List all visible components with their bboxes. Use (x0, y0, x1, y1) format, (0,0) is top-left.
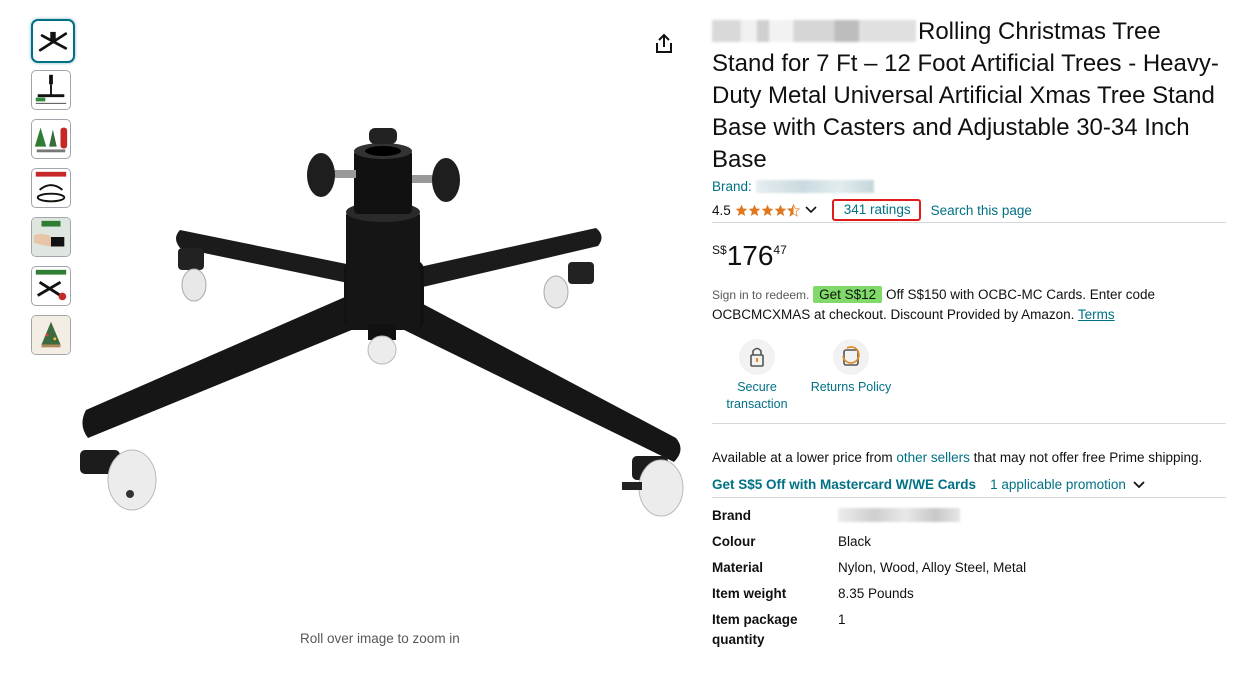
thumbnail-1[interactable] (31, 19, 75, 63)
spec-value: 8.35 Pounds (838, 586, 914, 601)
ratings-count-link[interactable]: 341 ratings (831, 199, 921, 221)
star-full-icon (735, 204, 748, 216)
star-half-icon (786, 203, 800, 217)
returns-policy-label: Returns Policy (810, 380, 892, 394)
brand-label: Brand: (712, 179, 752, 194)
mastercard-offer-link[interactable]: Get S$5 Off with Mastercard W/WE Cards (712, 477, 976, 492)
spec-key: Item package quantity (712, 612, 798, 647)
price-currency: S$ (712, 243, 727, 257)
spec-row: Colour Black (712, 532, 1226, 552)
thumbnail-strip (31, 19, 75, 364)
share-icon (656, 33, 672, 53)
price: S$ 176 47 (712, 241, 1226, 273)
redacted-brand-value (838, 508, 960, 522)
spec-row: Brand (712, 506, 1226, 526)
returns-policy[interactable]: Returns Policy (806, 339, 896, 423)
thumbnail-6[interactable] (31, 266, 71, 306)
coupon-badge: Get S$12 (813, 286, 883, 303)
product-details: Rolling Christmas Tree Stand for 7 Ft – … (712, 16, 1226, 656)
spec-row: Item package quantity 1 (712, 610, 1226, 650)
feature-icons: Secure transaction Returns Policy (712, 339, 1226, 424)
thumbnail-4[interactable] (31, 168, 71, 208)
terms-link[interactable]: Terms (1078, 307, 1115, 322)
spec-key: Material (712, 560, 764, 575)
thumbnail-2[interactable] (31, 70, 71, 110)
secure-transaction[interactable]: Secure transaction (712, 339, 802, 423)
star-full-icon (774, 204, 787, 216)
thumbnail-3[interactable] (31, 119, 71, 159)
search-this-page-link[interactable]: Search this page (931, 203, 1032, 218)
zoom-hint: Roll over image to zoom in (300, 631, 460, 646)
redacted-brand (755, 180, 874, 193)
return-icon (833, 339, 869, 375)
promotion-row: Get S$5 Off with Mastercard W/WE Cards 1… (712, 477, 1226, 498)
thumbnail-7[interactable] (31, 315, 71, 355)
other-sellers-link[interactable]: other sellers (896, 450, 970, 465)
spec-value: Nylon, Wood, Alloy Steel, Metal (838, 560, 1027, 575)
star-full-icon (748, 204, 761, 216)
applicable-promotion-link[interactable]: 1 applicable promotion (990, 477, 1126, 492)
product-title: Rolling Christmas Tree Stand for 7 Ft – … (712, 16, 1226, 176)
spec-key: Brand (712, 508, 752, 523)
availability-text-before: Available at a lower price from (712, 450, 897, 465)
rating-value: 4.5 (712, 202, 731, 218)
star-rating[interactable] (735, 203, 800, 217)
chevron-down-icon[interactable] (804, 203, 818, 217)
share-button[interactable] (652, 32, 676, 56)
promo-block: Sign in to redeem. Get S$12 Off S$150 wi… (712, 285, 1226, 325)
spec-key: Item weight (712, 586, 787, 601)
secure-transaction-label: Secure transaction (726, 380, 788, 411)
tree-stand-image (80, 128, 684, 517)
lock-icon (739, 339, 775, 375)
spec-table: Brand Colour Black Material Nylon, Wood,… (712, 506, 1226, 650)
spec-value (838, 506, 1226, 526)
main-product-image[interactable] (76, 120, 692, 520)
availability-note: Available at a lower price from other se… (712, 448, 1226, 468)
star-full-icon (761, 204, 774, 216)
thumbnail-5[interactable] (31, 217, 71, 257)
spec-row: Item weight 8.35 Pounds (712, 584, 1226, 604)
chevron-down-icon[interactable] (1132, 478, 1146, 492)
price-fraction: 47 (773, 243, 787, 257)
brand-link[interactable]: Brand: (712, 179, 1226, 197)
spec-value: 1 (838, 612, 846, 627)
spec-row: Material Nylon, Wood, Alloy Steel, Metal (712, 558, 1226, 578)
spec-value: Black (838, 534, 872, 549)
sign-in-to-redeem[interactable]: Sign in to redeem. (712, 288, 809, 302)
availability-text-after: that may not offer free Prime shipping. (969, 450, 1203, 465)
spec-key: Colour (712, 534, 756, 549)
rating-row: 4.5 341 ratings Search this page (712, 199, 1226, 223)
redacted-brand-name (712, 20, 916, 42)
price-whole: 176 (726, 240, 774, 271)
